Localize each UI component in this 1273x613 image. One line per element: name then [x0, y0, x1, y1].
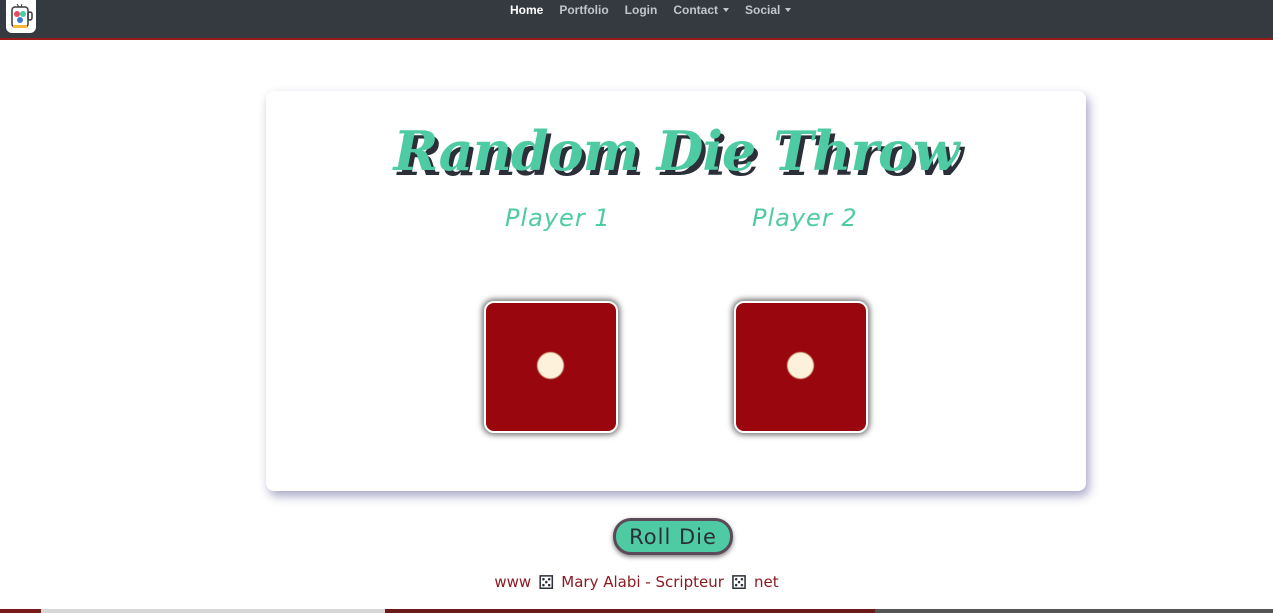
- die-pip: [788, 353, 813, 378]
- nav-dropdown-contact[interactable]: Contact: [673, 3, 729, 17]
- footer-prefix: www: [494, 573, 532, 591]
- top-navbar: Home Portfolio Login Contact Social: [0, 0, 1273, 40]
- nav-dropdown-social-label: Social: [745, 2, 781, 17]
- roll-die-button[interactable]: Roll Die: [613, 518, 733, 555]
- page-title: Random Die Throw: [393, 119, 960, 183]
- caret-down-icon: [723, 7, 729, 12]
- player-1-label: Player 1: [505, 204, 611, 232]
- player-1-die: [484, 301, 618, 433]
- footer-author[interactable]: Mary Alabi - Scripteur: [561, 573, 724, 591]
- strip-segment: [0, 609, 41, 613]
- player-2-die: [734, 301, 868, 433]
- title-wrap: Random Die Throw: [266, 119, 1086, 189]
- game-card: Random Die Throw Player 1 Player 2: [266, 91, 1086, 491]
- player-2-label: Player 2: [752, 204, 858, 232]
- nav-link-portfolio[interactable]: Portfolio: [559, 3, 608, 17]
- die-icon: ⚄: [537, 572, 555, 594]
- nav-dropdown-social[interactable]: Social: [745, 2, 792, 17]
- nav-links: Home Portfolio Login Contact Social: [510, 0, 807, 19]
- nav-link-login[interactable]: Login: [625, 3, 658, 17]
- die-pip: [538, 353, 563, 378]
- caret-down-icon: [785, 7, 792, 12]
- footer-suffix: net: [753, 573, 779, 591]
- strip-segment: [385, 609, 875, 613]
- strip-segment: [875, 609, 1273, 613]
- die-icon: ⚄: [730, 572, 748, 594]
- footer-credit: www ⚄ Mary Alabi - Scripteur ⚄ net: [0, 572, 1273, 594]
- app-logo-icon[interactable]: [6, 0, 36, 33]
- nav-link-home[interactable]: Home: [510, 3, 543, 17]
- nav-dropdown-contact-label: Contact: [673, 2, 718, 17]
- bottom-scroll-strip: [0, 609, 1273, 613]
- strip-segment: [41, 609, 385, 613]
